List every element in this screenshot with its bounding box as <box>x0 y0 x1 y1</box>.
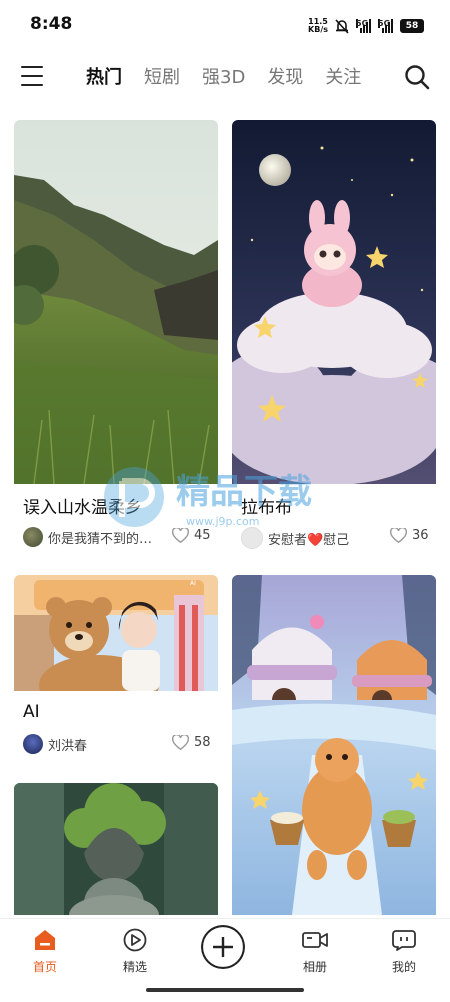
network-speed: 11.5 KB/s <box>308 17 328 34</box>
mute-bell-icon <box>335 18 349 34</box>
face-icon <box>392 930 416 951</box>
avatar <box>23 527 43 547</box>
content-card[interactable] <box>232 575 436 915</box>
menu-icon[interactable] <box>21 66 43 88</box>
status-time: 8:48 <box>30 14 73 34</box>
video-camera-icon <box>302 932 328 948</box>
tab-short-drama[interactable]: 短剧 <box>144 66 180 90</box>
card-author[interactable]: 刘洪春 <box>23 734 87 754</box>
tab-hot[interactable]: 热门 <box>86 66 122 90</box>
svg-text:AI: AI <box>190 580 196 587</box>
tab-follow[interactable]: 关注 <box>325 66 361 90</box>
battery-icon: 58 <box>400 19 424 33</box>
create-button[interactable] <box>201 925 245 969</box>
play-circle-icon <box>123 928 147 952</box>
avatar <box>23 734 43 754</box>
nav-album[interactable]: 相册 <box>285 928 345 975</box>
nav-profile[interactable]: 我的 <box>374 928 434 975</box>
home-icon <box>35 930 55 950</box>
card-image <box>232 120 436 484</box>
content-card[interactable] <box>14 783 218 915</box>
watermark-logo: 精品下载 www.j9p.com <box>104 467 312 528</box>
like-button[interactable]: 58 <box>172 735 211 750</box>
like-button[interactable]: 36 <box>390 528 429 543</box>
card-image: AI <box>14 575 218 691</box>
card-image <box>232 575 436 915</box>
home-indicator[interactable] <box>146 988 304 992</box>
tab-3d[interactable]: 强3D <box>202 66 245 90</box>
nav-featured[interactable]: 精选 <box>105 928 165 975</box>
nav-home[interactable]: 首页 <box>15 928 75 975</box>
heart-icon <box>172 735 189 750</box>
card-image <box>14 783 218 915</box>
search-icon[interactable] <box>404 64 430 90</box>
heart-icon <box>390 528 407 543</box>
tab-discover[interactable]: 发现 <box>267 66 303 90</box>
signal-icon-2: 5G <box>378 19 393 33</box>
top-tabs: 热门 短剧 强3D 发现 关注 <box>86 66 383 90</box>
content-card[interactable]: AI AI 刘洪春 58 <box>14 575 218 770</box>
svg-text:www.j9p.com: www.j9p.com <box>186 515 260 528</box>
card-title: AI <box>23 702 40 722</box>
signal-icon: 5G <box>356 19 371 33</box>
card-image <box>14 120 218 484</box>
svg-text:精品下载: 精品下载 <box>176 472 312 512</box>
status-icons: 11.5 KB/s 5G 5G 58 <box>308 15 424 37</box>
